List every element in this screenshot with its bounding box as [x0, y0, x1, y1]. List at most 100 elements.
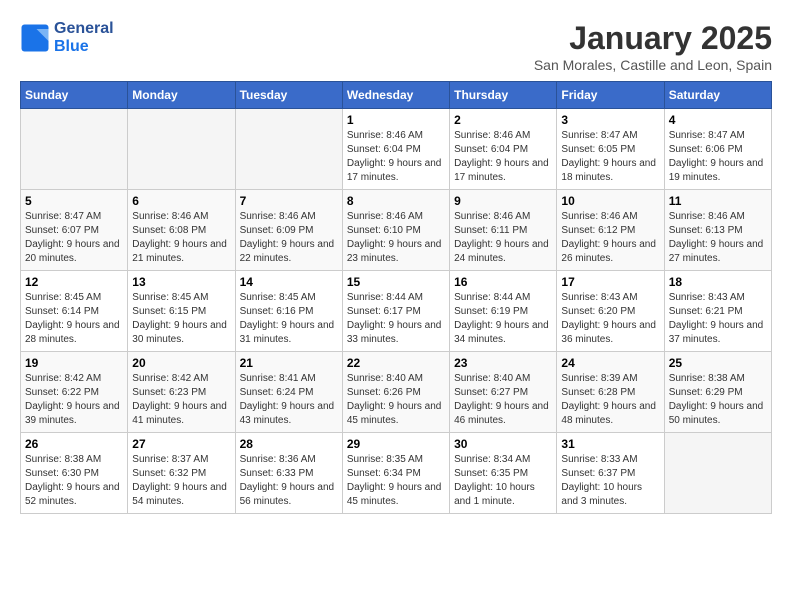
day-number: 14	[240, 275, 338, 289]
day-info: Sunrise: 8:47 AM Sunset: 6:05 PM Dayligh…	[561, 129, 659, 185]
day-info: Sunrise: 8:45 AM Sunset: 6:14 PM Dayligh…	[25, 291, 123, 347]
calendar-cell: 1 Sunrise: 8:46 AM Sunset: 6:04 PM Daylig…	[342, 109, 449, 190]
day-info: Sunrise: 8:41 AM Sunset: 6:24 PM Dayligh…	[240, 372, 338, 428]
day-number: 6	[132, 194, 230, 208]
day-number: 11	[669, 194, 767, 208]
day-info: Sunrise: 8:46 AM Sunset: 6:09 PM Dayligh…	[240, 210, 338, 266]
logo: General Blue	[20, 20, 114, 56]
calendar-cell: 12 Sunrise: 8:45 AM Sunset: 6:14 PM Dayli…	[21, 271, 128, 352]
day-info: Sunrise: 8:35 AM Sunset: 6:34 PM Dayligh…	[347, 453, 445, 509]
calendar-cell: 4 Sunrise: 8:47 AM Sunset: 6:06 PM Daylig…	[664, 109, 771, 190]
day-number: 15	[347, 275, 445, 289]
day-number: 13	[132, 275, 230, 289]
day-number: 16	[454, 275, 552, 289]
calendar-cell: 5 Sunrise: 8:47 AM Sunset: 6:07 PM Daylig…	[21, 190, 128, 271]
calendar-cell: 23Sunrise: 8:40 AM Sunset: 6:27 PM Dayli…	[450, 352, 557, 433]
day-info: Sunrise: 8:39 AM Sunset: 6:28 PM Dayligh…	[561, 372, 659, 428]
day-info: Sunrise: 8:43 AM Sunset: 6:20 PM Dayligh…	[561, 291, 659, 347]
calendar-cell	[21, 109, 128, 190]
logo-line1: General	[54, 20, 114, 38]
day-number: 31	[561, 437, 659, 451]
day-number: 2	[454, 113, 552, 127]
calendar-cell: 13Sunrise: 8:45 AM Sunset: 6:15 PM Dayli…	[128, 271, 235, 352]
day-info: Sunrise: 8:37 AM Sunset: 6:32 PM Dayligh…	[132, 453, 230, 509]
day-info: Sunrise: 8:34 AM Sunset: 6:35 PM Dayligh…	[454, 453, 552, 509]
calendar-cell: 25Sunrise: 8:38 AM Sunset: 6:29 PM Dayli…	[664, 352, 771, 433]
calendar-cell: 26 Sunrise: 8:38 AM Sunset: 6:30 PM Dayli…	[21, 433, 128, 514]
weekday-header: Saturday	[664, 82, 771, 109]
day-number: 21	[240, 356, 338, 370]
calendar-header: SundayMondayTuesdayWednesdayThursdayFrid…	[21, 82, 772, 109]
day-number: 12	[25, 275, 123, 289]
day-number: 23	[454, 356, 552, 370]
weekday-header: Tuesday	[235, 82, 342, 109]
day-info: Sunrise: 8:46 AM Sunset: 6:08 PM Dayligh…	[132, 210, 230, 266]
calendar-cell: 22 Sunrise: 8:40 AM Sunset: 6:26 PM Dayli…	[342, 352, 449, 433]
calendar-cell: 30 Sunrise: 8:34 AM Sunset: 6:35 PM Dayli…	[450, 433, 557, 514]
weekday-header: Monday	[128, 82, 235, 109]
day-info: Sunrise: 8:46 AM Sunset: 6:04 PM Dayligh…	[454, 129, 552, 185]
calendar-cell: 27 Sunrise: 8:37 AM Sunset: 6:32 PM Dayli…	[128, 433, 235, 514]
day-number: 28	[240, 437, 338, 451]
day-number: 20	[132, 356, 230, 370]
calendar-subtitle: San Morales, Castille and Leon, Spain	[534, 57, 772, 73]
day-number: 3	[561, 113, 659, 127]
calendar-cell: 19Sunrise: 8:42 AM Sunset: 6:22 PM Dayli…	[21, 352, 128, 433]
calendar-cell: 20 Sunrise: 8:42 AM Sunset: 6:23 PM Dayli…	[128, 352, 235, 433]
day-info: Sunrise: 8:33 AM Sunset: 6:37 PM Dayligh…	[561, 453, 659, 509]
calendar-cell: 29 Sunrise: 8:35 AM Sunset: 6:34 PM Dayli…	[342, 433, 449, 514]
calendar-cell: 17 Sunrise: 8:43 AM Sunset: 6:20 PM Dayli…	[557, 271, 664, 352]
weekday-header: Thursday	[450, 82, 557, 109]
day-info: Sunrise: 8:46 AM Sunset: 6:11 PM Dayligh…	[454, 210, 552, 266]
weekday-header: Sunday	[21, 82, 128, 109]
day-info: Sunrise: 8:46 AM Sunset: 6:13 PM Dayligh…	[669, 210, 767, 266]
day-info: Sunrise: 8:47 AM Sunset: 6:06 PM Dayligh…	[669, 129, 767, 185]
day-number: 30	[454, 437, 552, 451]
day-number: 4	[669, 113, 767, 127]
day-number: 29	[347, 437, 445, 451]
calendar-cell: 6 Sunrise: 8:46 AM Sunset: 6:08 PM Daylig…	[128, 190, 235, 271]
calendar-cell: 7 Sunrise: 8:46 AM Sunset: 6:09 PM Daylig…	[235, 190, 342, 271]
day-info: Sunrise: 8:43 AM Sunset: 6:21 PM Dayligh…	[669, 291, 767, 347]
day-info: Sunrise: 8:46 AM Sunset: 6:04 PM Dayligh…	[347, 129, 445, 185]
day-number: 17	[561, 275, 659, 289]
day-number: 10	[561, 194, 659, 208]
day-info: Sunrise: 8:36 AM Sunset: 6:33 PM Dayligh…	[240, 453, 338, 509]
calendar-week-row: 12 Sunrise: 8:45 AM Sunset: 6:14 PM Dayli…	[21, 271, 772, 352]
day-info: Sunrise: 8:42 AM Sunset: 6:23 PM Dayligh…	[132, 372, 230, 428]
day-number: 1	[347, 113, 445, 127]
weekday-header: Friday	[557, 82, 664, 109]
calendar-cell: 2 Sunrise: 8:46 AM Sunset: 6:04 PM Daylig…	[450, 109, 557, 190]
day-number: 27	[132, 437, 230, 451]
logo-line2: Blue	[54, 38, 114, 56]
day-number: 18	[669, 275, 767, 289]
calendar-cell: 3 Sunrise: 8:47 AM Sunset: 6:05 PM Daylig…	[557, 109, 664, 190]
day-number: 26	[25, 437, 123, 451]
day-number: 5	[25, 194, 123, 208]
calendar-body: 1 Sunrise: 8:46 AM Sunset: 6:04 PM Daylig…	[21, 109, 772, 514]
calendar-cell	[235, 109, 342, 190]
day-info: Sunrise: 8:40 AM Sunset: 6:26 PM Dayligh…	[347, 372, 445, 428]
day-info: Sunrise: 8:45 AM Sunset: 6:16 PM Dayligh…	[240, 291, 338, 347]
day-info: Sunrise: 8:38 AM Sunset: 6:30 PM Dayligh…	[25, 453, 123, 509]
calendar-cell: 18 Sunrise: 8:43 AM Sunset: 6:21 PM Dayli…	[664, 271, 771, 352]
day-info: Sunrise: 8:47 AM Sunset: 6:07 PM Dayligh…	[25, 210, 123, 266]
calendar-cell: 16Sunrise: 8:44 AM Sunset: 6:19 PM Dayli…	[450, 271, 557, 352]
calendar-title: January 2025	[534, 20, 772, 57]
calendar-cell: 9Sunrise: 8:46 AM Sunset: 6:11 PM Daylig…	[450, 190, 557, 271]
calendar-cell: 21 Sunrise: 8:41 AM Sunset: 6:24 PM Dayli…	[235, 352, 342, 433]
calendar-cell: 10 Sunrise: 8:46 AM Sunset: 6:12 PM Dayli…	[557, 190, 664, 271]
day-info: Sunrise: 8:44 AM Sunset: 6:17 PM Dayligh…	[347, 291, 445, 347]
calendar-cell	[128, 109, 235, 190]
calendar-cell: 8Sunrise: 8:46 AM Sunset: 6:10 PM Daylig…	[342, 190, 449, 271]
title-section: January 2025 San Morales, Castille and L…	[534, 20, 772, 73]
calendar-week-row: 1 Sunrise: 8:46 AM Sunset: 6:04 PM Daylig…	[21, 109, 772, 190]
day-number: 22	[347, 356, 445, 370]
day-number: 7	[240, 194, 338, 208]
calendar-cell: 11 Sunrise: 8:46 AM Sunset: 6:13 PM Dayli…	[664, 190, 771, 271]
calendar-cell	[664, 433, 771, 514]
day-info: Sunrise: 8:46 AM Sunset: 6:12 PM Dayligh…	[561, 210, 659, 266]
calendar-cell: 31 Sunrise: 8:33 AM Sunset: 6:37 PM Dayli…	[557, 433, 664, 514]
calendar-cell: 15 Sunrise: 8:44 AM Sunset: 6:17 PM Dayli…	[342, 271, 449, 352]
day-number: 19	[25, 356, 123, 370]
